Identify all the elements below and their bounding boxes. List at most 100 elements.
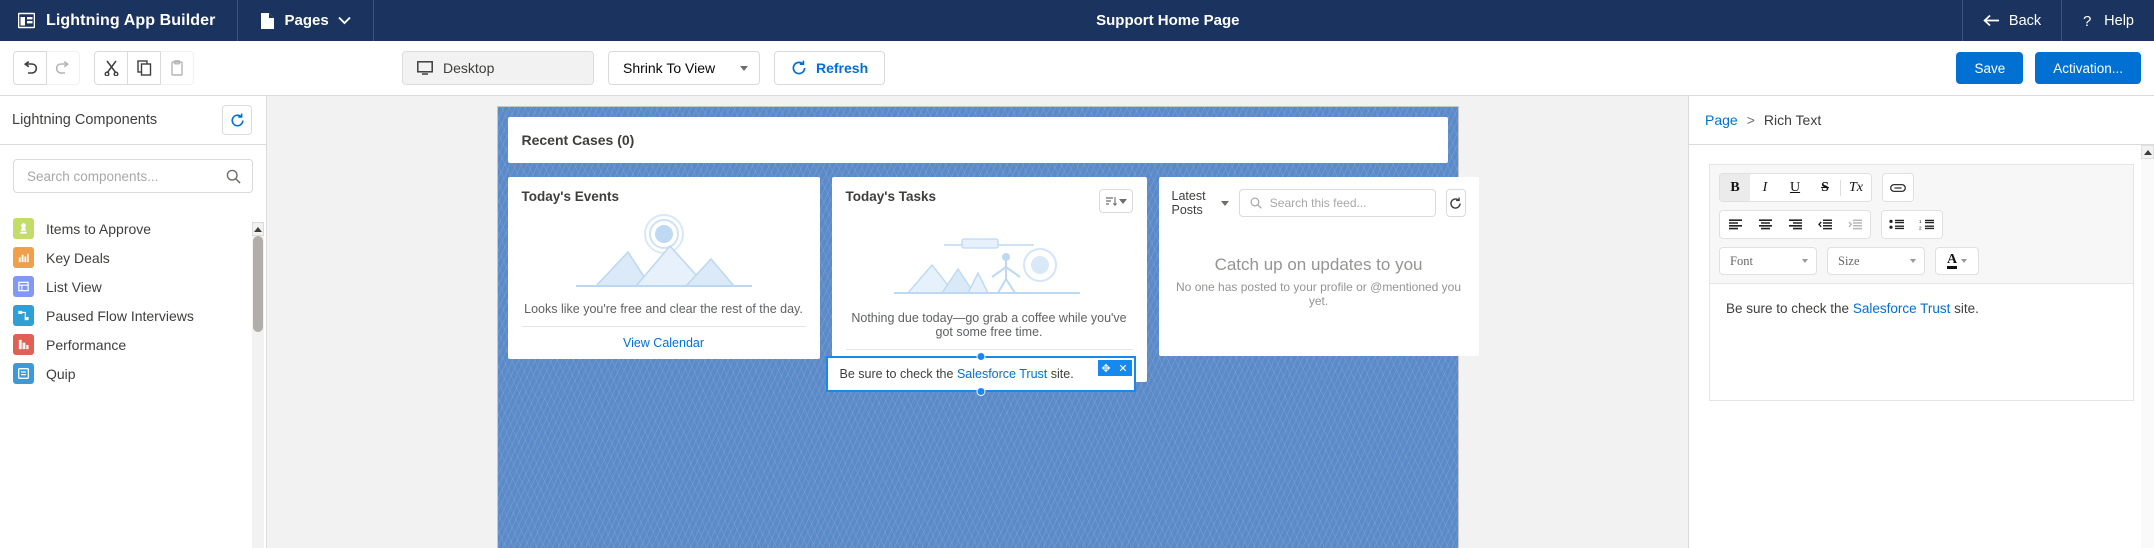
feed-search-input[interactable] bbox=[1269, 196, 1425, 210]
card-todays-tasks[interactable]: Today's Tasks Nothing due today—go grab … bbox=[831, 177, 1147, 382]
font-size-select[interactable]: Size bbox=[1827, 247, 1925, 275]
component-item-performance[interactable]: Performance bbox=[0, 330, 266, 359]
scrollbar-track[interactable] bbox=[2141, 159, 2154, 548]
refresh-button[interactable]: Refresh bbox=[774, 51, 886, 85]
alignment-group bbox=[1719, 210, 1871, 239]
clear-formatting-button[interactable]: Tx bbox=[1841, 174, 1871, 201]
text-color-button[interactable]: A bbox=[1935, 247, 1979, 275]
region-recent-cases[interactable]: Recent Cases (0) bbox=[507, 117, 1448, 163]
scrollbar-thumb[interactable] bbox=[253, 236, 263, 332]
copy-button[interactable] bbox=[127, 51, 161, 85]
underline-button[interactable]: U bbox=[1780, 174, 1810, 201]
link-group bbox=[1882, 173, 1914, 202]
feed-filter-dropdown[interactable]: Latest Posts bbox=[1172, 189, 1229, 217]
chevron-down-icon bbox=[740, 65, 748, 71]
back-button[interactable]: Back bbox=[1961, 0, 2061, 41]
arrow-left-icon bbox=[1983, 14, 2000, 27]
feed-search[interactable] bbox=[1238, 189, 1436, 217]
device-label: Desktop bbox=[443, 60, 495, 76]
scrollbar-track[interactable] bbox=[252, 236, 264, 548]
salesforce-trust-link[interactable]: Salesforce Trust bbox=[957, 367, 1047, 381]
components-scrollbar[interactable] bbox=[252, 222, 264, 548]
undo-icon bbox=[22, 61, 38, 75]
pages-menu[interactable]: Pages bbox=[238, 0, 374, 41]
rte-row-format: B I U S Tx bbox=[1719, 173, 2124, 202]
page-canvas[interactable]: Recent Cases (0) Today's Events Looks li… bbox=[496, 106, 1479, 548]
outdent-button[interactable] bbox=[1840, 211, 1870, 238]
editor-salesforce-trust-link[interactable]: Salesforce Trust bbox=[1853, 301, 1951, 316]
sort-icon bbox=[1105, 196, 1117, 207]
feed-refresh-button[interactable] bbox=[1445, 189, 1466, 217]
properties-scrollbar[interactable] bbox=[2141, 145, 2154, 548]
component-item-quip[interactable]: Quip bbox=[0, 359, 266, 388]
tasks-sort-button[interactable] bbox=[1098, 189, 1133, 213]
components-refresh-button[interactable] bbox=[222, 105, 252, 135]
zoom-selector[interactable]: Shrink To View bbox=[608, 51, 760, 85]
bullet-list-button[interactable] bbox=[1882, 211, 1912, 238]
editor-text-after: site. bbox=[1950, 301, 1979, 316]
card-chatter-feed[interactable]: Latest Posts Search this feed... Catch u… bbox=[1158, 177, 1479, 356]
breadcrumb-page-link[interactable]: Page bbox=[1705, 112, 1738, 128]
clipboard-icon bbox=[170, 60, 184, 76]
components-search[interactable] bbox=[13, 159, 253, 193]
list-group: 12 bbox=[1881, 210, 1943, 239]
help-label: Help bbox=[2104, 12, 2134, 29]
activation-button[interactable]: Activation... bbox=[2035, 52, 2141, 84]
align-right-button[interactable] bbox=[1780, 211, 1810, 238]
performance-icon bbox=[13, 334, 34, 355]
card-header: Today's Tasks bbox=[846, 189, 1133, 213]
component-label: Items to Approve bbox=[46, 220, 152, 237]
device-selector[interactable]: Desktop bbox=[402, 51, 594, 85]
pages-label: Pages bbox=[284, 12, 329, 29]
strikethrough-button[interactable]: S bbox=[1810, 174, 1840, 201]
component-item-paused-flow-interviews[interactable]: Paused Flow Interviews bbox=[0, 301, 266, 330]
app-builder-icon bbox=[18, 12, 35, 29]
svg-text:2: 2 bbox=[1919, 225, 1922, 230]
cut-button[interactable] bbox=[94, 51, 128, 85]
card-todays-events[interactable]: Today's Events Looks like you're free an… bbox=[507, 177, 820, 359]
align-left-button[interactable] bbox=[1720, 211, 1750, 238]
quip-icon bbox=[13, 363, 34, 384]
components-panel-title: Lightning Components bbox=[12, 112, 158, 128]
brand-title: Lightning App Builder bbox=[46, 11, 216, 29]
bullet-list-icon bbox=[1889, 219, 1905, 230]
brand: Lightning App Builder bbox=[0, 0, 239, 41]
component-label: List View bbox=[46, 278, 102, 295]
feed-filter-label: Latest Posts bbox=[1171, 189, 1206, 217]
component-item-list-view[interactable]: List View bbox=[0, 272, 266, 301]
paste-button[interactable] bbox=[160, 51, 194, 85]
undo-button[interactable] bbox=[13, 51, 47, 85]
component-item-items-to-approve[interactable]: Items to Approve bbox=[0, 214, 266, 243]
redo-button[interactable] bbox=[46, 51, 80, 85]
view-calendar-link[interactable]: View Calendar bbox=[521, 326, 806, 359]
components-list: Items to Approve Key Deals List View Pau… bbox=[0, 203, 266, 548]
align-right-icon bbox=[1788, 218, 1803, 231]
clipboard-button-group bbox=[94, 51, 194, 85]
component-action-badges: ✥ ✕ bbox=[1097, 360, 1132, 376]
scroll-up-button[interactable] bbox=[2141, 145, 2154, 159]
card-empty-text: Looks like you're free and clear the res… bbox=[524, 302, 803, 316]
help-button[interactable]: ? Help bbox=[2061, 0, 2154, 41]
font-family-select[interactable]: Font bbox=[1719, 247, 1817, 275]
move-handle-icon[interactable]: ✥ bbox=[1097, 360, 1115, 376]
search-input[interactable] bbox=[27, 168, 226, 184]
font-size-label: Size bbox=[1838, 253, 1860, 268]
component-label: Key Deals bbox=[46, 249, 110, 266]
scroll-up-button[interactable] bbox=[252, 222, 264, 236]
close-icon[interactable]: ✕ bbox=[1114, 360, 1132, 376]
numbered-list-button[interactable]: 12 bbox=[1912, 211, 1942, 238]
resize-handle-top[interactable] bbox=[976, 352, 985, 361]
italic-button[interactable]: I bbox=[1750, 174, 1780, 201]
indent-button[interactable] bbox=[1810, 211, 1840, 238]
component-item-key-deals[interactable]: Key Deals bbox=[0, 243, 266, 272]
bold-button[interactable]: B bbox=[1720, 174, 1750, 201]
align-center-button[interactable] bbox=[1750, 211, 1780, 238]
save-button[interactable]: Save bbox=[1956, 52, 2024, 84]
link-button[interactable] bbox=[1883, 174, 1913, 201]
feed-toolbar: Latest Posts bbox=[1172, 189, 1466, 217]
rich-text-content-area[interactable]: Be sure to check the Salesforce Trust si… bbox=[1709, 283, 2134, 401]
component-label: Paused Flow Interviews bbox=[46, 307, 194, 324]
selected-rich-text-component[interactable]: Be sure to check the Salesforce Trust si… bbox=[825, 352, 1136, 396]
app-root: Lightning App Builder Pages Support Home… bbox=[0, 0, 2154, 548]
resize-handle-bottom[interactable] bbox=[976, 387, 985, 396]
